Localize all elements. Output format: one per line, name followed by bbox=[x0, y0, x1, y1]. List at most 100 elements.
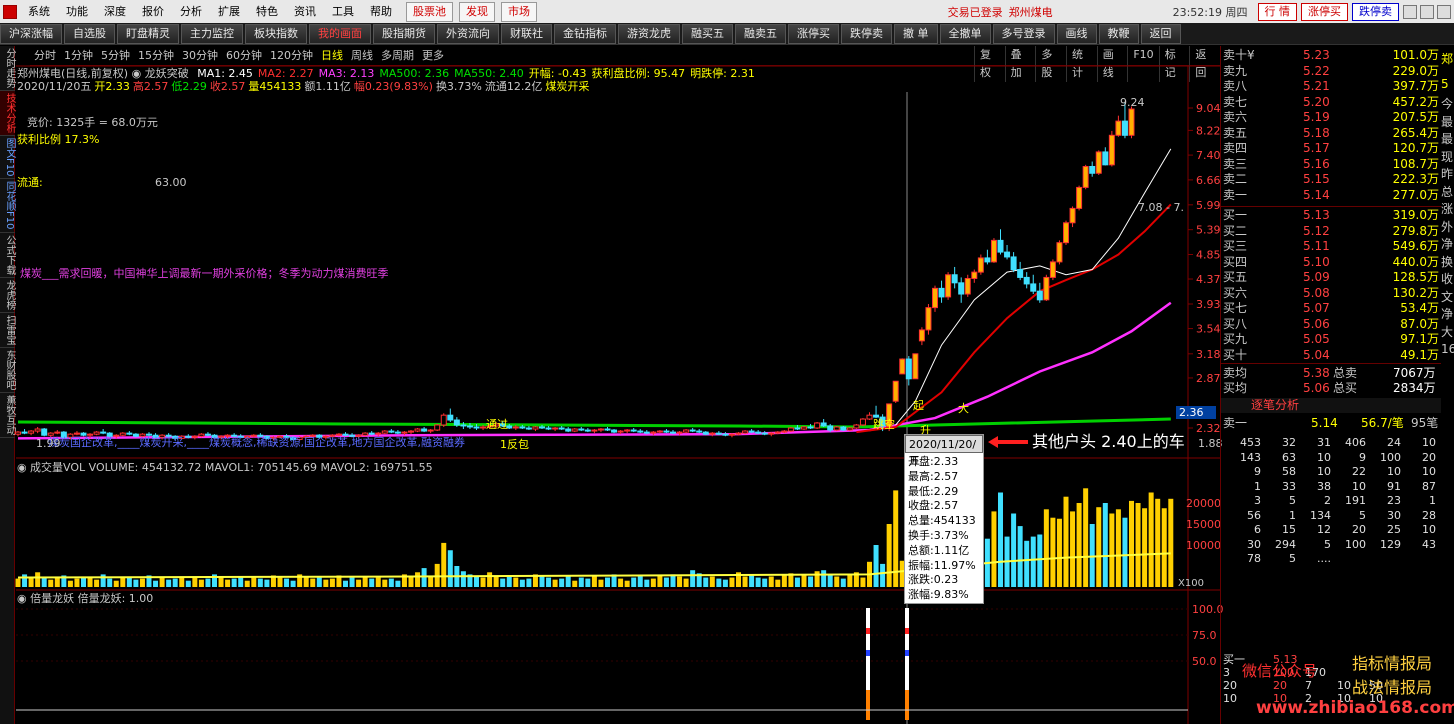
chart-tool-button[interactable]: 返回 bbox=[1189, 46, 1220, 82]
toolbar-button[interactable]: 自选股 bbox=[64, 23, 115, 44]
volume-title: 成交量VOL VOLUME: 454132.72 MAVOL1: 705145.… bbox=[30, 461, 433, 474]
side-tab[interactable]: 分时走势 bbox=[0, 46, 15, 91]
menu-item[interactable]: 帮助 bbox=[362, 0, 400, 23]
menu-item[interactable]: 系统 bbox=[20, 0, 58, 23]
buy-level-row[interactable]: 买四 5.10 440.0万 bbox=[1221, 255, 1441, 270]
maximize-icon[interactable] bbox=[1420, 4, 1434, 19]
chart-tool-button[interactable]: 复权 bbox=[974, 46, 1005, 82]
tick-analysis-label[interactable]: 逐笔分析 bbox=[1251, 398, 1299, 413]
limit-up-buy-button[interactable]: 涨停买 bbox=[1301, 2, 1348, 21]
sell-level-row[interactable]: 卖三 5.16 108.7万 bbox=[1221, 157, 1441, 172]
toolbar-button[interactable]: 盯盘精灵 bbox=[117, 23, 179, 44]
period-tab[interactable]: 30分钟 bbox=[178, 47, 222, 65]
toolbar-button[interactable]: 返回 bbox=[1140, 23, 1181, 44]
menu-item[interactable]: 报价 bbox=[134, 0, 172, 23]
side-tab[interactable]: 公式下载 bbox=[0, 233, 15, 278]
chart-tool-button[interactable]: 统计 bbox=[1066, 46, 1097, 82]
sell-level-row[interactable]: 卖七 5.20 457.2万 bbox=[1221, 95, 1441, 110]
chart-tool-button[interactable]: 标记 bbox=[1158, 46, 1190, 82]
toolbar-button[interactable]: 沪深涨幅 bbox=[0, 23, 62, 44]
toolbar-button[interactable]: 画线 bbox=[1056, 23, 1097, 44]
sell-level-row[interactable]: 卖十¥ 5.23 101.0万 bbox=[1221, 48, 1441, 63]
menu-item[interactable]: 功能 bbox=[58, 0, 96, 23]
sell-level-row[interactable]: 卖四 5.17 120.7万 bbox=[1221, 141, 1441, 156]
menu-item[interactable]: 特色 bbox=[248, 0, 286, 23]
bottom-indicator-name[interactable]: 倍量龙妖 bbox=[30, 592, 74, 605]
buy-level-row[interactable]: 买八 5.06 87.0万 bbox=[1221, 317, 1441, 332]
side-tab[interactable]: 图文F10 bbox=[0, 136, 15, 180]
toolbar-button[interactable]: 股指期货 bbox=[373, 23, 435, 44]
indicator-selector-icon[interactable]: ◉ bbox=[132, 67, 142, 80]
toolbar-button[interactable]: 金钻指标 bbox=[554, 23, 616, 44]
toolbar-button[interactable]: 融卖五 bbox=[735, 23, 786, 44]
period-tab[interactable]: 15分钟 bbox=[134, 47, 178, 65]
indicator-name[interactable]: 龙妖突破 bbox=[145, 67, 189, 80]
period-tab[interactable]: 1分钟 bbox=[60, 47, 97, 65]
stock-pool-button[interactable]: 股票池 bbox=[406, 1, 453, 22]
period-tab[interactable]: 更多 bbox=[418, 47, 448, 65]
toolbar-button[interactable]: 多号登录 bbox=[992, 23, 1055, 44]
buy-level-row[interactable]: 买十 5.04 49.1万 bbox=[1221, 348, 1441, 363]
sell-level-row[interactable]: 卖九 5.22 229.0万 bbox=[1221, 64, 1441, 79]
volume-bar bbox=[1030, 536, 1036, 587]
chart-tool-button[interactable]: 画线 bbox=[1096, 46, 1128, 82]
toolbar-button[interactable]: 撤 单 bbox=[894, 23, 938, 44]
minimize-icon[interactable] bbox=[1403, 4, 1417, 19]
limit-down-sell-button[interactable]: 跌停卖 bbox=[1352, 2, 1399, 21]
quote-button[interactable]: 行 情 bbox=[1257, 2, 1297, 21]
toolbar-button[interactable]: 涨停买 bbox=[788, 23, 839, 44]
toolbar-button[interactable]: 游资龙虎 bbox=[618, 23, 680, 44]
sell-level-row[interactable]: 卖六 5.19 207.5万 bbox=[1221, 110, 1441, 125]
chart-tool-button[interactable]: 多股 bbox=[1035, 46, 1066, 82]
side-tab[interactable]: 龙虎榜 bbox=[0, 278, 15, 313]
menu-item[interactable]: 分析 bbox=[172, 0, 210, 23]
volume-bar bbox=[146, 575, 152, 587]
buy-level-row[interactable]: 买二 5.12 279.8万 bbox=[1221, 224, 1441, 239]
tick-cell: 15 bbox=[1282, 523, 1296, 536]
buy-level-row[interactable]: 买三 5.11 549.6万 bbox=[1221, 239, 1441, 254]
chart-tool-button[interactable]: F10 bbox=[1127, 46, 1158, 82]
close-icon[interactable] bbox=[1437, 4, 1451, 19]
bottom-panel-icon[interactable]: ◉ bbox=[17, 592, 27, 605]
buy-level-row[interactable]: 买七 5.07 53.4万 bbox=[1221, 301, 1441, 316]
menu-item[interactable]: 深度 bbox=[96, 0, 134, 23]
order-book-cell: 卖四 bbox=[1223, 141, 1248, 155]
market-button[interactable]: 市场 bbox=[501, 1, 537, 22]
side-tab[interactable]: 技术分析 bbox=[0, 91, 15, 136]
toolbar-button[interactable]: 财联社 bbox=[501, 23, 552, 44]
toolbar-button[interactable]: 板块指数 bbox=[245, 23, 307, 44]
toolbar-button[interactable]: 外资流向 bbox=[437, 23, 499, 44]
menu-item[interactable]: 扩展 bbox=[210, 0, 248, 23]
discover-button[interactable]: 发现 bbox=[459, 1, 495, 22]
sell-level-row[interactable]: 卖一 5.14 277.0万 bbox=[1221, 188, 1441, 203]
side-tab[interactable]: 同花顺F10 bbox=[0, 179, 15, 233]
sell-level-row[interactable]: 卖五 5.18 265.4万 bbox=[1221, 126, 1441, 141]
side-tab[interactable]: 东财股吧 bbox=[0, 348, 15, 393]
menu-item[interactable]: 资讯 bbox=[286, 0, 324, 23]
period-tab[interactable]: 多周期 bbox=[377, 47, 418, 65]
period-tab[interactable]: 5分钟 bbox=[97, 47, 134, 65]
period-tab[interactable]: 60分钟 bbox=[222, 47, 266, 65]
toolbar-button[interactable]: 教鞭 bbox=[1098, 23, 1139, 44]
period-tab[interactable]: 分时 bbox=[30, 47, 60, 65]
toolbar-button[interactable]: 我的画面 bbox=[309, 23, 371, 44]
period-tab[interactable]: 日线 bbox=[317, 47, 347, 65]
period-tab[interactable]: 120分钟 bbox=[266, 47, 317, 65]
toolbar-button[interactable]: 跌停卖 bbox=[841, 23, 892, 44]
chart-tool-button[interactable]: 叠加 bbox=[1004, 46, 1036, 82]
toolbar-button[interactable]: 全撤单 bbox=[939, 23, 991, 44]
buy-level-row[interactable]: 买一 5.13 319.0万 bbox=[1221, 208, 1441, 223]
menu-item[interactable]: 工具 bbox=[324, 0, 362, 23]
volume-bar bbox=[1050, 517, 1056, 587]
buy-level-row[interactable]: 买六 5.08 130.2万 bbox=[1221, 286, 1441, 301]
buy-level-row[interactable]: 买九 5.05 97.1万 bbox=[1221, 332, 1441, 347]
toolbar-button[interactable]: 主力监控 bbox=[181, 23, 243, 44]
sell-level-row[interactable]: 卖二 5.15 222.3万 bbox=[1221, 172, 1441, 187]
volume-panel-icon[interactable]: ◉ bbox=[17, 461, 27, 474]
sell-level-row[interactable]: 卖八 5.21 397.7万 bbox=[1221, 79, 1441, 94]
toolbar-button[interactable]: 融买五 bbox=[682, 23, 733, 44]
period-tab[interactable]: 周线 bbox=[347, 47, 377, 65]
side-tab[interactable]: 扫雷宝 bbox=[0, 313, 15, 348]
side-tab[interactable]: 薰牧互动 bbox=[0, 393, 15, 438]
buy-level-row[interactable]: 买五 5.09 128.5万 bbox=[1221, 270, 1441, 285]
